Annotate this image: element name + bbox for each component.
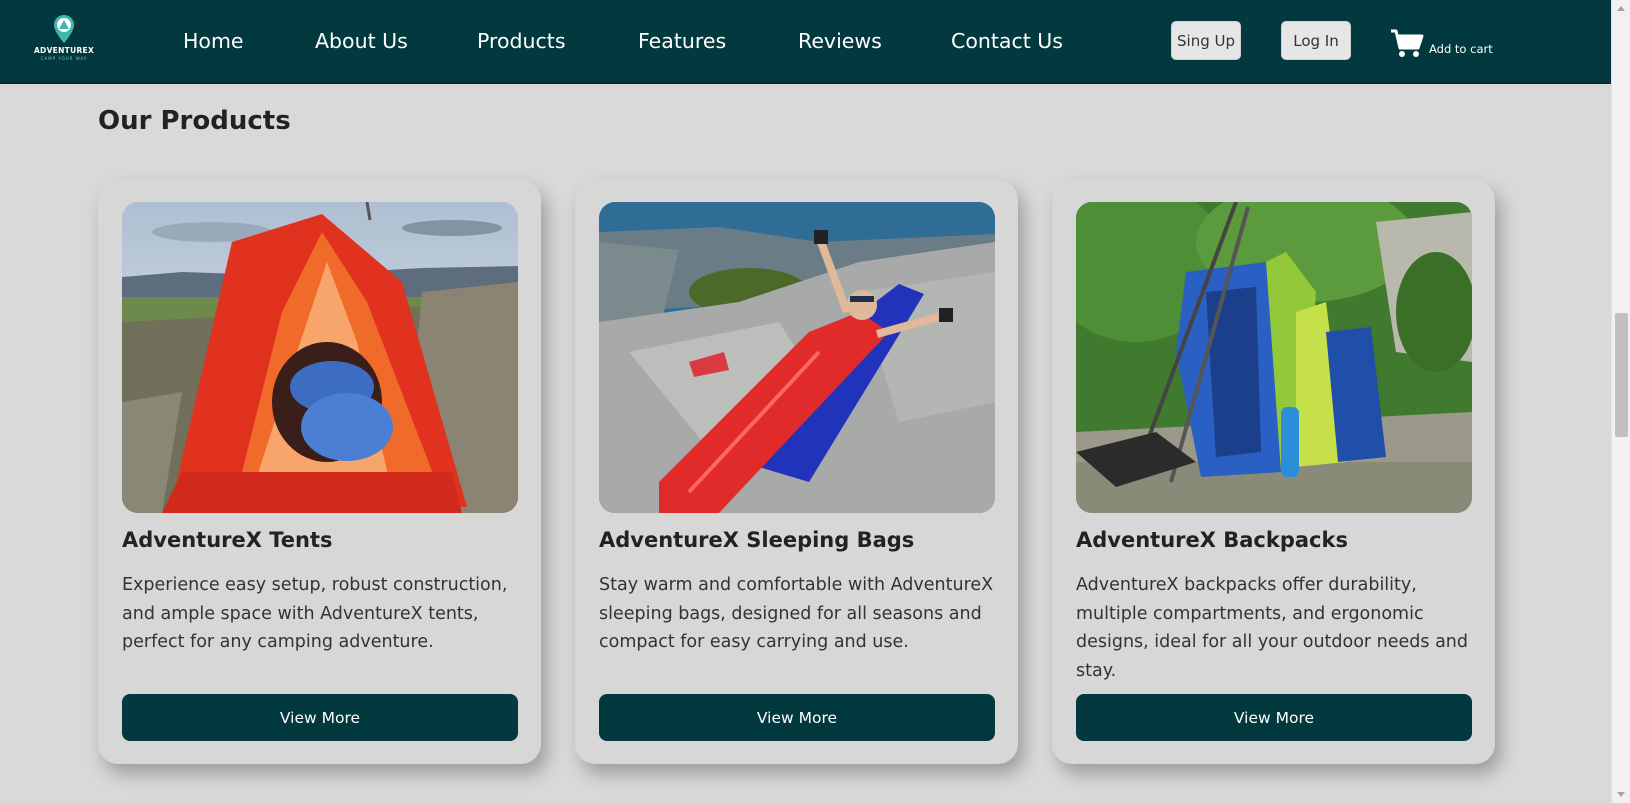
product-card-sleeping-bags: AdventureX Sleeping Bags Stay warm and c… bbox=[575, 180, 1018, 764]
product-title: AdventureX Tents bbox=[122, 528, 333, 552]
nav-products[interactable]: Products bbox=[477, 29, 566, 53]
nav-contact-us[interactable]: Contact Us bbox=[951, 29, 1063, 53]
view-more-button[interactable]: View More bbox=[122, 694, 518, 741]
product-title: AdventureX Backpacks bbox=[1076, 528, 1348, 552]
cart-label: Add to cart bbox=[1429, 42, 1493, 56]
scrollbar-thumb[interactable] bbox=[1615, 313, 1628, 437]
section-title: Our Products bbox=[98, 106, 291, 136]
login-button[interactable]: Log In bbox=[1281, 21, 1351, 60]
sleeping-bag-photo bbox=[599, 202, 995, 513]
scroll-down-icon[interactable] bbox=[1617, 792, 1625, 797]
view-more-button[interactable]: View More bbox=[1076, 694, 1472, 741]
nav-about-us[interactable]: About Us bbox=[315, 29, 408, 53]
map-pin-icon bbox=[54, 15, 74, 43]
tent-photo bbox=[122, 202, 518, 513]
backpacks-photo bbox=[1076, 202, 1472, 513]
page-scrollbar[interactable] bbox=[1611, 0, 1630, 803]
nav-features[interactable]: Features bbox=[638, 29, 726, 53]
nav-reviews[interactable]: Reviews bbox=[798, 29, 882, 53]
logo-tagline: CAMP YOUR WAY bbox=[40, 56, 88, 61]
signup-button[interactable]: Sing Up bbox=[1171, 21, 1241, 60]
product-description: Experience easy setup, robust constructi… bbox=[122, 575, 508, 652]
view-more-button[interactable]: View More bbox=[599, 694, 995, 741]
logo-name: ADVENTUREX bbox=[33, 46, 95, 55]
product-title: AdventureX Sleeping Bags bbox=[599, 528, 915, 552]
cart-button[interactable]: Add to cart bbox=[1390, 26, 1493, 58]
product-card-backpacks: AdventureX Backpacks AdventureX backpack… bbox=[1052, 180, 1495, 764]
product-card-tents: AdventureX Tents Experience easy setup, … bbox=[98, 180, 541, 764]
logo[interactable]: ADVENTUREX CAMP YOUR WAY bbox=[30, 14, 98, 64]
product-description: AdventureX backpacks offer durability, m… bbox=[1076, 575, 1469, 681]
product-description: Stay warm and comfortable with Adventure… bbox=[599, 575, 994, 652]
nav-home[interactable]: Home bbox=[183, 29, 244, 53]
header: ADVENTUREX CAMP YOUR WAY Home About Us P… bbox=[0, 0, 1611, 84]
cart-icon bbox=[1391, 29, 1424, 57]
scroll-up-icon[interactable] bbox=[1617, 6, 1625, 11]
